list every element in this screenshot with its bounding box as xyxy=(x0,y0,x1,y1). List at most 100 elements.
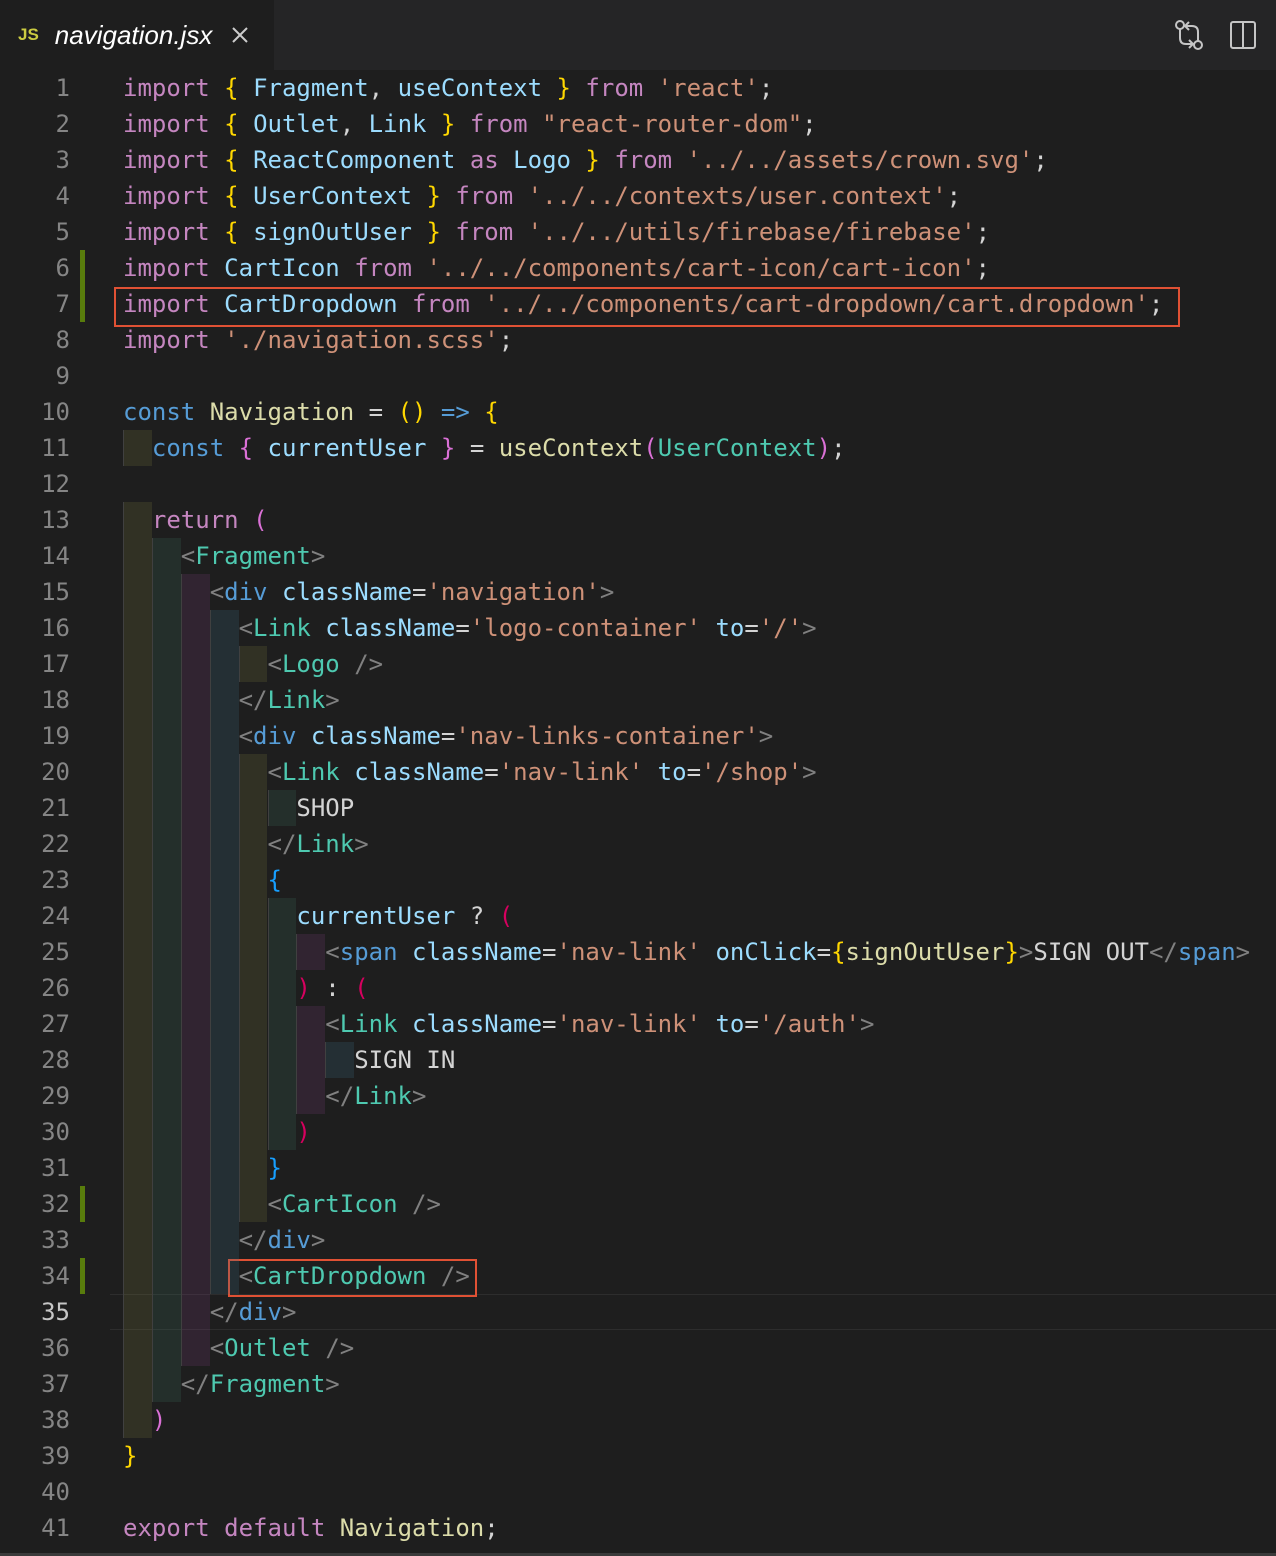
code-line[interactable]: 11 const { currentUser } = useContext(Us… xyxy=(0,430,1276,466)
code-token: < xyxy=(209,1334,225,1362)
code-token: Outlet xyxy=(253,110,340,138)
code-text: import CartIcon from '../../components/c… xyxy=(123,250,990,286)
code-text: SHOP xyxy=(123,790,354,826)
line-number: 27 xyxy=(41,1010,70,1038)
code-line[interactable]: 10 const Navigation = () => { xyxy=(0,394,1276,430)
code-line[interactable]: 18 </Link> xyxy=(0,682,1276,718)
code-token: ; xyxy=(1148,290,1164,318)
code-line[interactable]: 38 ) xyxy=(0,1402,1276,1438)
code-line[interactable]: 34 <CartDropdown /> xyxy=(0,1258,1276,1294)
code-line[interactable]: 16 <Link className='logo-container' to='… xyxy=(0,610,1276,646)
code-token: > xyxy=(310,1226,326,1254)
code-line[interactable]: 13 return ( xyxy=(0,502,1276,538)
code-line[interactable]: 2 import { Outlet, Link } from "react-rou… xyxy=(0,106,1276,142)
code-token: div xyxy=(253,722,297,750)
code-line[interactable]: 37 </Fragment> xyxy=(0,1366,1276,1402)
code-token: = xyxy=(744,1010,759,1038)
code-token: } xyxy=(556,74,571,102)
line-number: 30 xyxy=(41,1118,70,1146)
line-number: 16 xyxy=(41,614,70,642)
code-line[interactable]: 3 import { ReactComponent as Logo } from … xyxy=(0,142,1276,178)
code-line[interactable]: 35 </div> xyxy=(0,1294,1276,1330)
tab-navigation-jsx[interactable]: JS navigation.jsx xyxy=(0,0,274,70)
code-token: = xyxy=(542,1010,557,1038)
code-line[interactable]: 30 ) xyxy=(0,1114,1276,1150)
code-token: UserContext xyxy=(657,434,817,462)
code-line[interactable]: 29 </Link> xyxy=(0,1078,1276,1114)
code-line[interactable]: 25 <span className='nav-link' onClick={s… xyxy=(0,934,1276,970)
code-line[interactable]: 32 <CartIcon /> xyxy=(0,1186,1276,1222)
code-token: > xyxy=(802,758,817,786)
code-token: </ xyxy=(267,830,297,858)
code-token: </ xyxy=(325,1082,355,1110)
code-line[interactable]: 1 import { Fragment, useContext } from 'r… xyxy=(0,70,1276,106)
code-line[interactable]: 22 </Link> xyxy=(0,826,1276,862)
code-line[interactable]: 24 currentUser ? ( xyxy=(0,898,1276,934)
code-line[interactable]: 26 ) : ( xyxy=(0,970,1276,1006)
code-line[interactable]: 7 import CartDropdown from '../../compone… xyxy=(0,286,1276,322)
line-number: 37 xyxy=(41,1370,70,1398)
code-token: '../../components/cart-icon/cart-icon' xyxy=(426,254,976,282)
code-token: < xyxy=(238,1262,254,1290)
code-token: import xyxy=(123,326,210,354)
code-text: return ( xyxy=(123,502,268,538)
code-token: < xyxy=(238,722,254,750)
code-token: > xyxy=(802,614,817,642)
code-line[interactable]: 12 xyxy=(0,466,1276,502)
code-line[interactable]: 8 import './navigation.scss'; xyxy=(0,322,1276,358)
code-token: ) xyxy=(816,434,832,462)
compare-changes-icon[interactable] xyxy=(1174,18,1204,52)
code-text: </Link> xyxy=(123,1078,426,1114)
code-line[interactable]: 14 <Fragment> xyxy=(0,538,1276,574)
code-line[interactable]: 27 <Link className='nav-link' to='/auth'… xyxy=(0,1006,1276,1042)
line-number: 4 xyxy=(55,182,70,210)
code-line[interactable]: 40 xyxy=(0,1474,1276,1510)
code-token: CartIcon xyxy=(281,1190,398,1218)
code-token: ; xyxy=(758,74,774,102)
code-line[interactable]: 17 <Logo /> xyxy=(0,646,1276,682)
code-line[interactable]: 6 import CartIcon from '../../components/… xyxy=(0,250,1276,286)
code-editor[interactable]: 1 import { Fragment, useContext } from 'r… xyxy=(0,70,1276,1556)
code-token: span xyxy=(1177,938,1236,966)
code-token: < xyxy=(325,1010,340,1038)
code-line[interactable]: 31 } xyxy=(0,1150,1276,1186)
code-line[interactable]: 41 export default Navigation; xyxy=(0,1510,1276,1546)
code-line[interactable]: 15 <div className='navigation'> xyxy=(0,574,1276,610)
line-number: 3 xyxy=(55,146,70,174)
code-line[interactable]: 33 </div> xyxy=(0,1222,1276,1258)
code-text: </Fragment> xyxy=(123,1366,340,1402)
close-icon[interactable] xyxy=(230,25,250,45)
code-line[interactable]: 23 { xyxy=(0,862,1276,898)
code-line[interactable]: 28 SIGN IN xyxy=(0,1042,1276,1078)
split-editor-icon[interactable] xyxy=(1228,18,1258,52)
code-line[interactable]: 9 xyxy=(0,358,1276,394)
code-token: = xyxy=(455,434,499,462)
code-line[interactable]: 20 <Link className='nav-link' to='/shop'… xyxy=(0,754,1276,790)
code-token: import xyxy=(123,290,210,318)
code-token: = xyxy=(354,398,398,426)
code-line[interactable]: 36 <Outlet /> xyxy=(0,1330,1276,1366)
code-token: } xyxy=(267,1154,282,1182)
code-token: < xyxy=(325,938,340,966)
code-line[interactable]: 5 import { signOutUser } from '../../util… xyxy=(0,214,1276,250)
code-text: } xyxy=(123,1438,137,1474)
code-line[interactable]: 39} xyxy=(0,1438,1276,1474)
code-line[interactable]: 4 import { UserContext } from '../../cont… xyxy=(0,178,1276,214)
code-line[interactable]: 19 <div className='nav-links-container'> xyxy=(0,718,1276,754)
code-line[interactable]: 21 SHOP xyxy=(0,790,1276,826)
